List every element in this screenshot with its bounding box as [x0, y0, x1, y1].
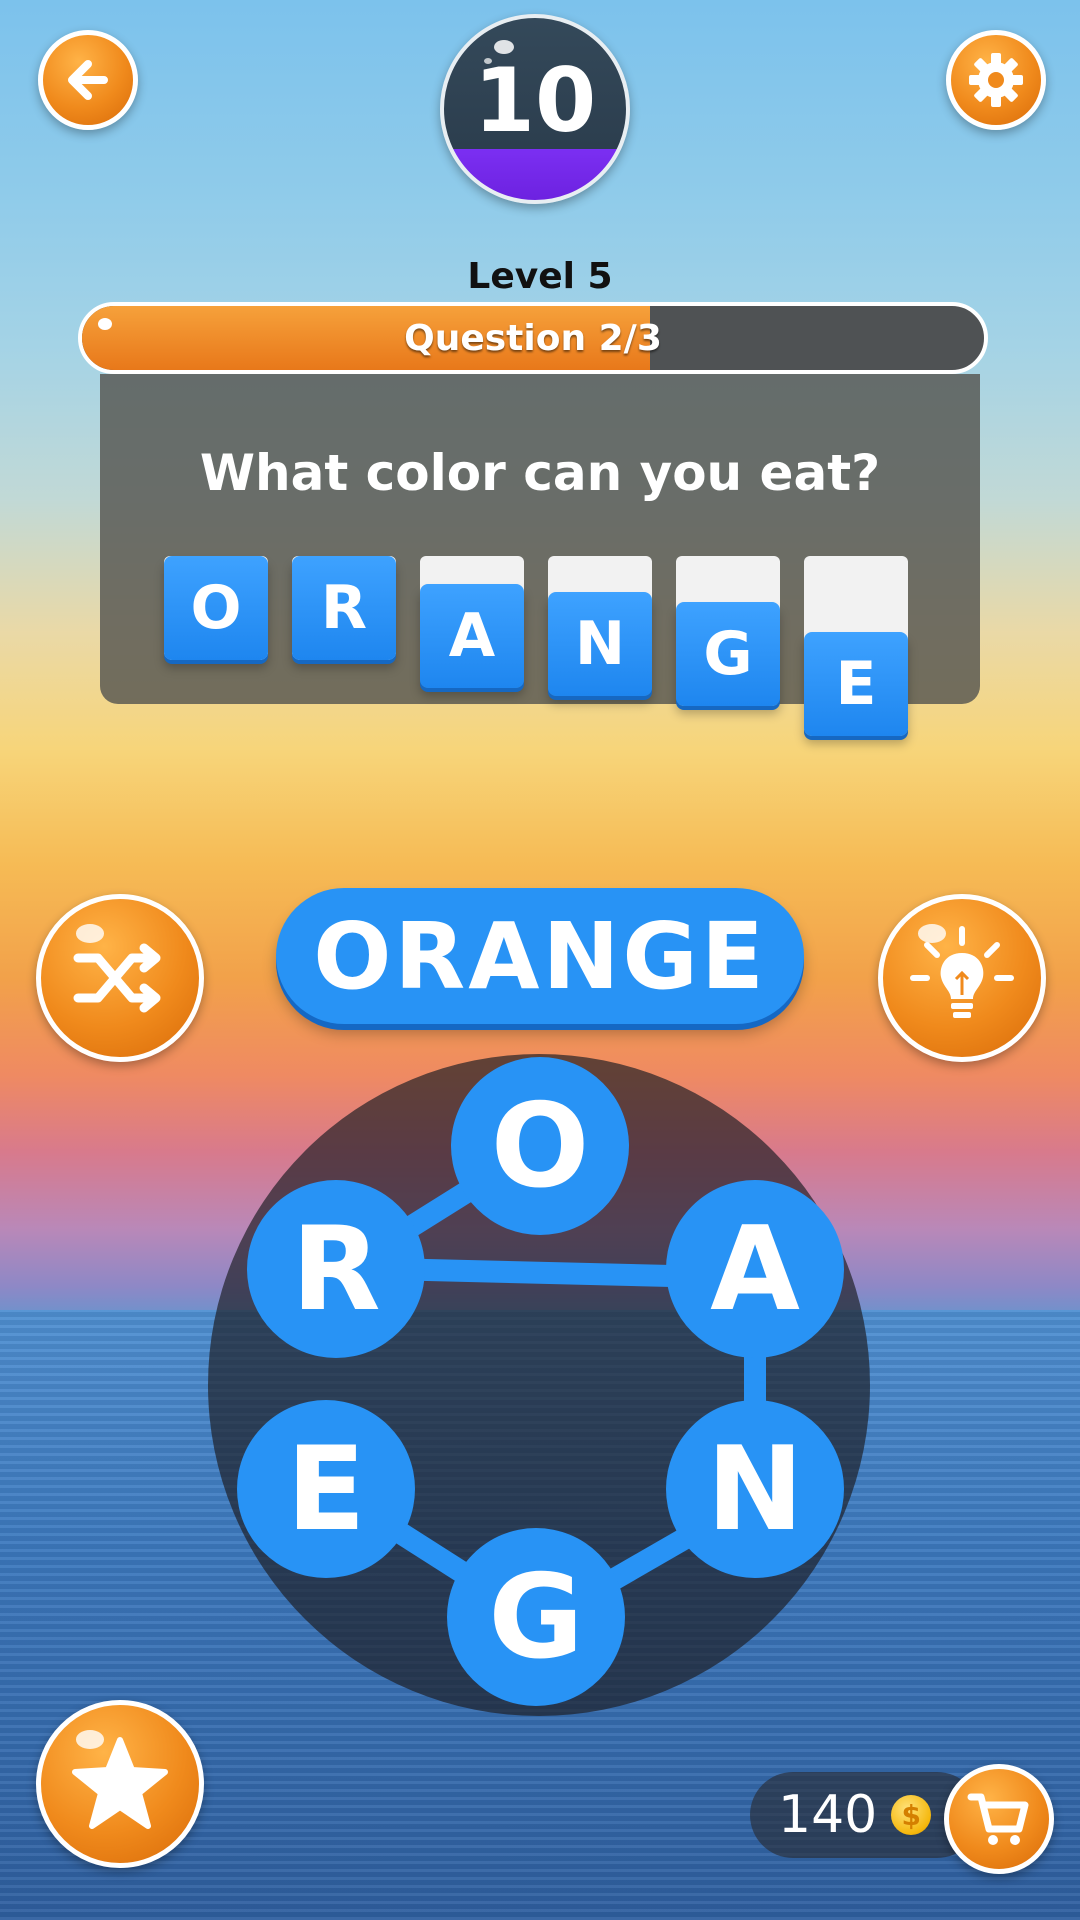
level-label: Level 5	[467, 256, 613, 297]
wheel-letter[interactable]: A	[666, 1180, 844, 1358]
shuffle-icon	[73, 943, 161, 1013]
cart-icon	[967, 1793, 1029, 1845]
back-button[interactable]	[38, 30, 138, 130]
answer-tile: E	[804, 632, 908, 736]
hint-button[interactable]	[878, 894, 1046, 1062]
question-text: What color can you eat?	[199, 444, 881, 502]
settings-button[interactable]	[946, 30, 1046, 130]
star-icon	[72, 1737, 168, 1829]
wheel-letter[interactable]: E	[237, 1400, 415, 1578]
question-progress-bar: Question 2/3	[78, 302, 988, 374]
wheel-letter[interactable]: O	[451, 1057, 629, 1235]
answer-tile: A	[420, 584, 524, 688]
wheel-letter[interactable]: G	[447, 1528, 625, 1706]
answer-tile: O	[164, 556, 268, 660]
favorite-button[interactable]	[36, 1700, 204, 1868]
score-badge: 10	[440, 14, 630, 204]
current-word-display: ORANGE	[276, 888, 804, 1024]
wheel-letter[interactable]: N	[666, 1400, 844, 1578]
answer-tile: R	[292, 556, 396, 660]
gear-icon	[969, 53, 1023, 107]
coin-amount: 140	[778, 1785, 878, 1845]
coin-icon: $	[891, 1795, 932, 1835]
answer-tile: N	[548, 592, 652, 696]
question-progress-text: Question 2/3	[404, 317, 662, 359]
score-value: 10	[473, 48, 597, 152]
wheel-letter[interactable]: R	[247, 1180, 425, 1358]
shuffle-button[interactable]	[36, 894, 204, 1062]
shop-button[interactable]	[944, 1764, 1054, 1874]
arrow-left-icon	[68, 60, 108, 100]
answer-tile: G	[676, 602, 780, 706]
